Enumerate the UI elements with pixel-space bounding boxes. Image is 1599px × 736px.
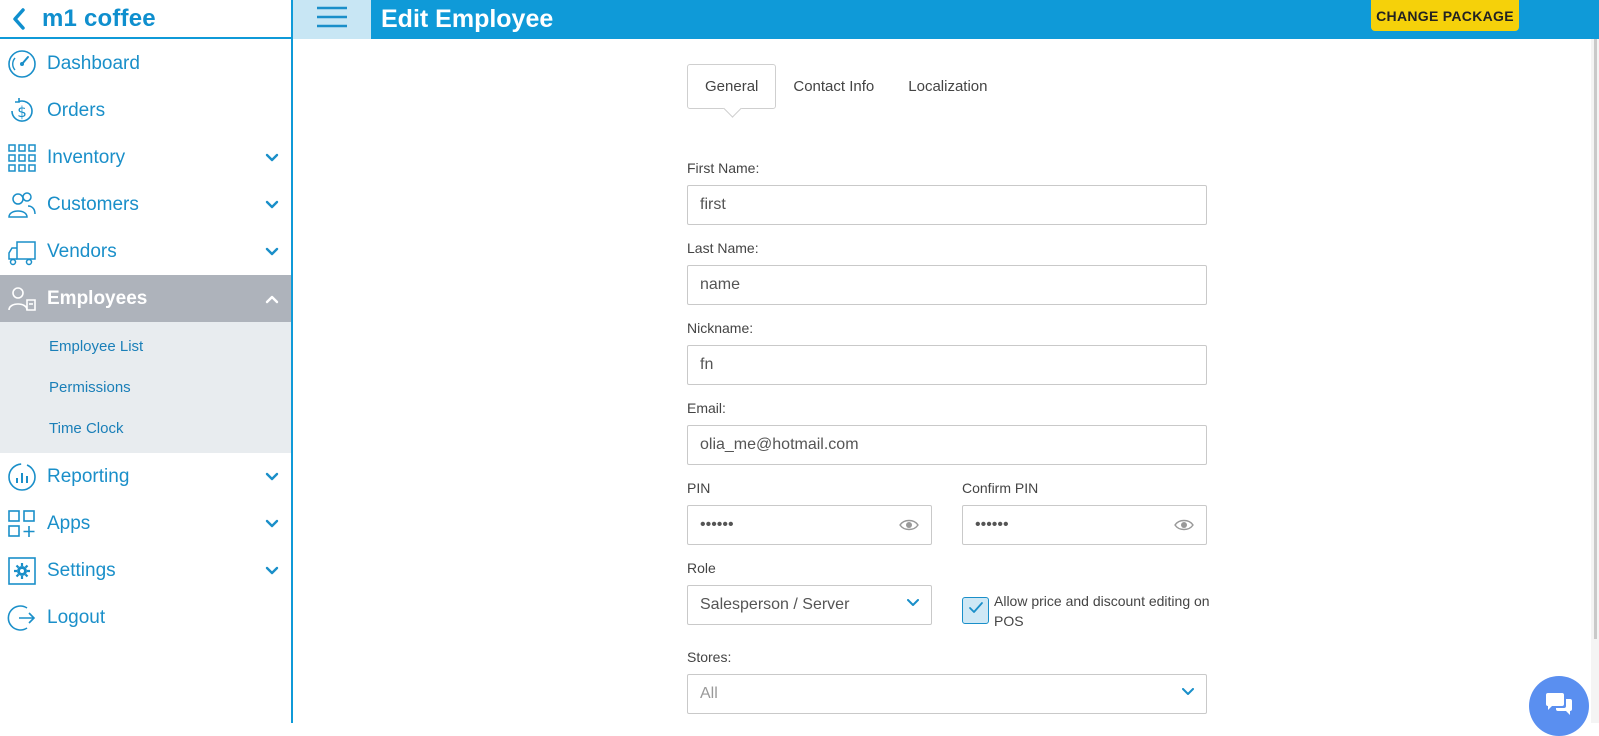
brand-bar: m1 coffee <box>0 0 291 39</box>
tab-contact-info[interactable]: Contact Info <box>776 64 891 109</box>
sidebar-item-label: Settings <box>47 559 116 581</box>
pin-value: •••••• <box>700 516 734 533</box>
change-package-button[interactable]: CHANGE PACKAGE <box>1371 0 1519 31</box>
dashboard-gauge-icon <box>7 49 37 79</box>
employee-tabs: General Contact Info Localization <box>687 64 1004 109</box>
sidebar-item-logout[interactable]: Logout <box>0 594 291 641</box>
submenu-item-time-clock[interactable]: Time Clock <box>0 408 291 449</box>
checkmark-icon <box>968 601 984 620</box>
chevron-down-icon[interactable] <box>265 151 279 165</box>
last-name-label: Last Name: <box>687 240 759 256</box>
email-input[interactable]: olia_me@hotmail.com <box>687 425 1207 465</box>
submenu-item-employee-list[interactable]: Employee List <box>0 326 291 367</box>
email-label: Email: <box>687 400 726 416</box>
sidebar-item-orders[interactable]: $ Orders <box>0 87 291 134</box>
employees-person-icon <box>7 284 37 314</box>
store-name: m1 coffee <box>42 4 156 32</box>
chevron-down-icon <box>907 599 919 611</box>
hamburger-menu-button[interactable] <box>293 0 371 39</box>
scrollbar-thumb[interactable] <box>1594 39 1597 639</box>
show-pin-eye-icon[interactable] <box>899 518 919 532</box>
last-name-input[interactable]: name <box>687 265 1207 305</box>
reporting-chart-icon <box>7 462 37 492</box>
sidebar-item-vendors[interactable]: Vendors <box>0 228 291 275</box>
sidebar-item-label: Vendors <box>47 240 117 262</box>
chat-widget-button[interactable] <box>1529 676 1589 736</box>
employees-submenu: Employee List Permissions Time Clock <box>0 322 291 453</box>
hamburger-icon <box>316 5 348 34</box>
stores-label: Stores: <box>687 649 732 665</box>
sidebar-item-settings[interactable]: Settings <box>0 547 291 594</box>
first-name-label: First Name: <box>687 160 760 176</box>
chevron-down-icon <box>1182 688 1194 700</box>
sidebar-item-inventory[interactable]: Inventory <box>0 134 291 181</box>
sidebar-item-label: Dashboard <box>47 52 140 74</box>
nickname-label: Nickname: <box>687 320 754 336</box>
sidebar-item-label: Logout <box>47 606 106 628</box>
back-arrow-icon[interactable] <box>8 7 30 30</box>
sidebar-item-reporting[interactable]: Reporting <box>0 453 291 500</box>
sidebar-item-employees[interactable]: Employees <box>0 275 291 322</box>
pin-input[interactable]: •••••• <box>687 505 932 545</box>
sidebar-item-label: Employees <box>47 287 148 309</box>
chevron-down-icon[interactable] <box>265 198 279 212</box>
settings-gear-icon <box>7 556 37 586</box>
role-select[interactable]: Salesperson / Server <box>687 585 932 625</box>
sidebar-item-customers[interactable]: Customers <box>0 181 291 228</box>
chevron-down-icon[interactable] <box>265 564 279 578</box>
chevron-up-icon[interactable] <box>265 292 279 306</box>
confirm-pin-label: Confirm PIN <box>962 480 1039 496</box>
role-value: Salesperson / Server <box>700 596 850 613</box>
sidebar-item-label: Orders <box>47 99 106 121</box>
inventory-grid-icon <box>7 143 37 173</box>
logout-icon <box>7 603 37 633</box>
sidebar-item-label: Reporting <box>47 465 130 487</box>
svg-text:$: $ <box>17 103 27 121</box>
customers-people-icon <box>7 190 37 220</box>
sidebar-item-label: Apps <box>47 512 91 534</box>
tab-general[interactable]: General <box>687 64 777 109</box>
allow-price-edit-checkbox[interactable] <box>962 597 989 624</box>
chevron-down-icon[interactable] <box>265 470 279 484</box>
show-confirm-pin-eye-icon[interactable] <box>1174 518 1194 532</box>
stores-value: All <box>700 685 718 702</box>
chevron-down-icon[interactable] <box>265 245 279 259</box>
apps-icon <box>7 509 37 539</box>
nickname-input[interactable]: fn <box>687 345 1207 385</box>
orders-dollar-icon: $ <box>7 96 37 126</box>
tab-localization[interactable]: Localization <box>891 64 1004 109</box>
role-label: Role <box>687 560 716 576</box>
sidebar-item-apps[interactable]: Apps <box>0 500 291 547</box>
sidebar: m1 coffee Dashboard $ Orders Inventory C… <box>0 0 293 723</box>
sidebar-item-dashboard[interactable]: Dashboard <box>0 40 291 87</box>
chevron-down-icon[interactable] <box>265 517 279 531</box>
page-title: Edit Employee <box>381 5 554 33</box>
vendors-truck-icon <box>7 237 37 267</box>
chat-icon <box>1544 691 1574 722</box>
confirm-pin-input[interactable]: •••••• <box>962 505 1207 545</box>
pin-label: PIN <box>687 480 711 496</box>
sidebar-item-label: Customers <box>47 193 139 215</box>
submenu-item-permissions[interactable]: Permissions <box>0 367 291 408</box>
stores-select[interactable]: All <box>687 674 1207 714</box>
top-bar: Edit Employee CHANGE PACKAGE <box>293 0 1599 39</box>
sidebar-item-label: Inventory <box>47 146 126 168</box>
allow-price-edit-label: Allow price and discount editing on POS <box>994 593 1210 629</box>
first-name-input[interactable]: first <box>687 185 1207 225</box>
confirm-pin-value: •••••• <box>975 516 1009 533</box>
